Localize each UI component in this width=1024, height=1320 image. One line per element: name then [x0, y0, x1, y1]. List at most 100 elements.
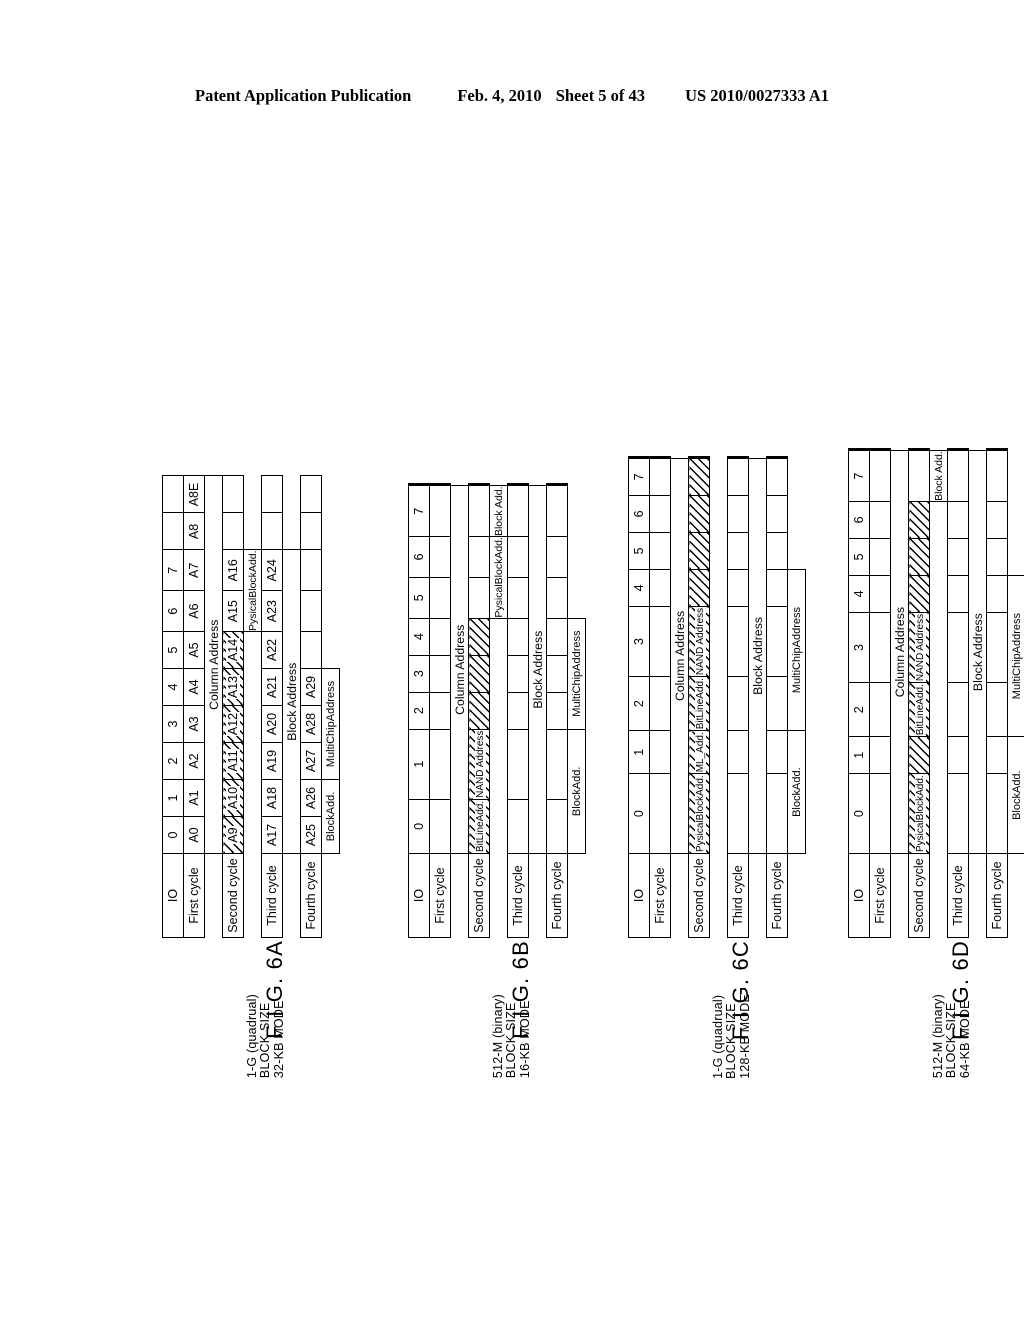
second-cycle-cell: A13 [222, 668, 244, 706]
first-cycle-cell [869, 612, 891, 683]
second-cycle-label: Second cycle [468, 853, 490, 938]
second-cycle-cell [688, 495, 710, 533]
io-column-2: 2 [408, 692, 430, 730]
second-cycle-cell-label: A9 [226, 826, 240, 844]
second-cycle-band-label: BitLineAdd. [475, 799, 486, 853]
first-cycle-cell [649, 532, 671, 570]
fourth-cycle-cell [766, 606, 788, 677]
column-address-annotation: Column Address [890, 450, 909, 854]
io-column-7: 7 [162, 549, 184, 591]
multichip-address-annotation: MultiChipAddress [1007, 575, 1024, 737]
second-cycle-cell [688, 532, 710, 570]
fourth-cycle-cell [766, 676, 788, 731]
second-cycle-cell [468, 577, 490, 619]
first-cycle-cell [429, 577, 451, 619]
fourth-cycle-row: Fourth cycle [986, 448, 1008, 938]
address-cycle-table-6b: IO 0 1 2 3 4 5 6 7 First cycle Column Address Secon… [408, 483, 586, 938]
fourth-cycle-cell [986, 736, 1008, 774]
first-cycle-cell [429, 692, 451, 730]
second-cycle-band-label: BitLineAdd. [695, 677, 706, 731]
figure-caption-6c: F I G. 6C 1-G (quadrual) BLOCK SIZE 128-KB … [628, 938, 754, 1120]
second-cycle-cell: NAND Address [688, 606, 710, 677]
io-column-2: 2 [848, 682, 870, 737]
third-cycle-label: Third cycle [507, 853, 529, 938]
second-cycle-row: Second cycle BitLineAdd. NAND Address [468, 483, 490, 938]
second-cycle-cell [908, 538, 930, 576]
fourth-cycle-cell [546, 799, 568, 854]
third-cycle-row: Third cycle [507, 483, 529, 938]
first-cycle-label: First cycle [429, 853, 451, 938]
io-column-5: 5 [408, 577, 430, 619]
figure-6c: F I G. 6C 1-G (quadrual) BLOCK SIZE 128-KB … [628, 456, 806, 1120]
fourth-cycle-cell [546, 729, 568, 800]
io-column-2: 2 [628, 676, 650, 731]
third-cycle-cell [947, 575, 969, 613]
fourth-cycle-cell [986, 575, 1008, 613]
first-cycle-cell: A5 [183, 631, 205, 669]
io-header-row: IO 0 1 2 3 4 5 6 7 [848, 448, 870, 938]
figure-6b: F I G. 6B 512-M (binary) BLOCK SIZE 16-KB M… [408, 483, 586, 1120]
publication-label: Patent Application Publication [194, 86, 412, 105]
io-column-4: 4 [628, 569, 650, 607]
io-column-4: 4 [162, 668, 184, 706]
io-column-1: 1 [408, 729, 430, 800]
figure-caption-6d: F I G. 6D 512-M (binary) BLOCK SIZE 64-KB M… [848, 938, 974, 1120]
fourth-cycle-cell [546, 618, 568, 656]
io-column-4: 4 [408, 618, 430, 656]
second-cycle-cell: A15 [222, 590, 244, 632]
io-column-2: 2 [162, 742, 184, 780]
fourth-cycle-label: Fourth cycle [300, 853, 322, 938]
fourth-cycle-annotation-row: BlockAdd. MultiChipAddress [567, 484, 586, 938]
third-cycle-cell: A20 [261, 705, 283, 743]
third-cycle-cell [727, 569, 749, 607]
third-cycle-cell [727, 730, 749, 774]
first-cycle-cell: A7 [183, 549, 205, 591]
second-cycle-cell [468, 618, 490, 656]
second-cycle-cell: A12 [222, 705, 244, 743]
first-cycle-row: First cycle [869, 448, 891, 938]
second-cycle-cell-label: A14 [226, 637, 240, 663]
third-cycle-row: Third cycle [727, 456, 749, 938]
third-cycle-cell [507, 729, 529, 800]
second-cycle-cell: NAND Address [908, 612, 930, 683]
second-cycle-cell-label: A11 [226, 749, 240, 773]
third-cycle-cell [507, 655, 529, 693]
mode-line: BLOCK SIZE [944, 1002, 958, 1079]
second-cycle-band-label: ML_Add. [695, 731, 706, 774]
blockadd-annotation: BlockAdd. [567, 729, 586, 854]
column-address-span-row: Column Address [450, 484, 469, 938]
block-address-span-row: Block Address [748, 456, 767, 937]
third-cycle-cell [507, 536, 529, 578]
third-cycle-cell [947, 773, 969, 854]
fourth-cycle-annotation-row: BlockAdd. MultiChipAddress [321, 476, 340, 938]
io-column-6: 6 [162, 590, 184, 632]
column-address-span-row: Column Address [890, 449, 909, 938]
second-cycle-cell [908, 736, 930, 774]
fourth-cycle-cell [986, 773, 1008, 854]
third-cycle-cell [727, 458, 749, 496]
fourth-cycle-cell: A29 [300, 668, 322, 706]
fourth-cycle-cell [766, 773, 788, 854]
io-column-4: 4 [848, 575, 870, 613]
second-cycle-cell: BitLineAdd. [688, 676, 710, 731]
third-cycle-label: Third cycle [727, 853, 749, 938]
blockadd-annotation: BlockAdd. [1007, 736, 1024, 854]
figure-6d: F I G. 6D 512-M (binary) BLOCK SIZE 64-KB M… [848, 448, 1024, 1120]
first-cycle-cell [649, 773, 671, 854]
io-header-row: IO 0 1 2 3 4 5 6 7 [408, 483, 430, 938]
third-cycle-cell [507, 692, 529, 730]
fourth-cycle-row: Fourth cycle A25 A26 A27 A28 A29 [300, 475, 322, 938]
io-column-3: 3 [162, 705, 184, 743]
third-cycle-cell: A21 [261, 668, 283, 706]
io-column-7: 7 [848, 450, 870, 502]
io-column-5: 5 [162, 631, 184, 669]
mode-line: 32-KB MODE [271, 1000, 286, 1079]
column-address-span-row: Column Address [204, 475, 223, 938]
address-cycle-table-6c: IO 0 1 2 3 4 5 6 7 First cycle Column Address Secon… [628, 456, 806, 938]
first-cycle-cell [649, 676, 671, 731]
figure-mode-description: 1-G (quadrual) BLOCK SIZE 128-KB MODE [711, 994, 753, 1079]
first-cycle-cell [869, 682, 891, 737]
block-address-annotation: Block Address [748, 458, 767, 854]
mode-line: 16-KB MODE [517, 1000, 532, 1079]
first-cycle-cell: A8E [183, 475, 205, 513]
